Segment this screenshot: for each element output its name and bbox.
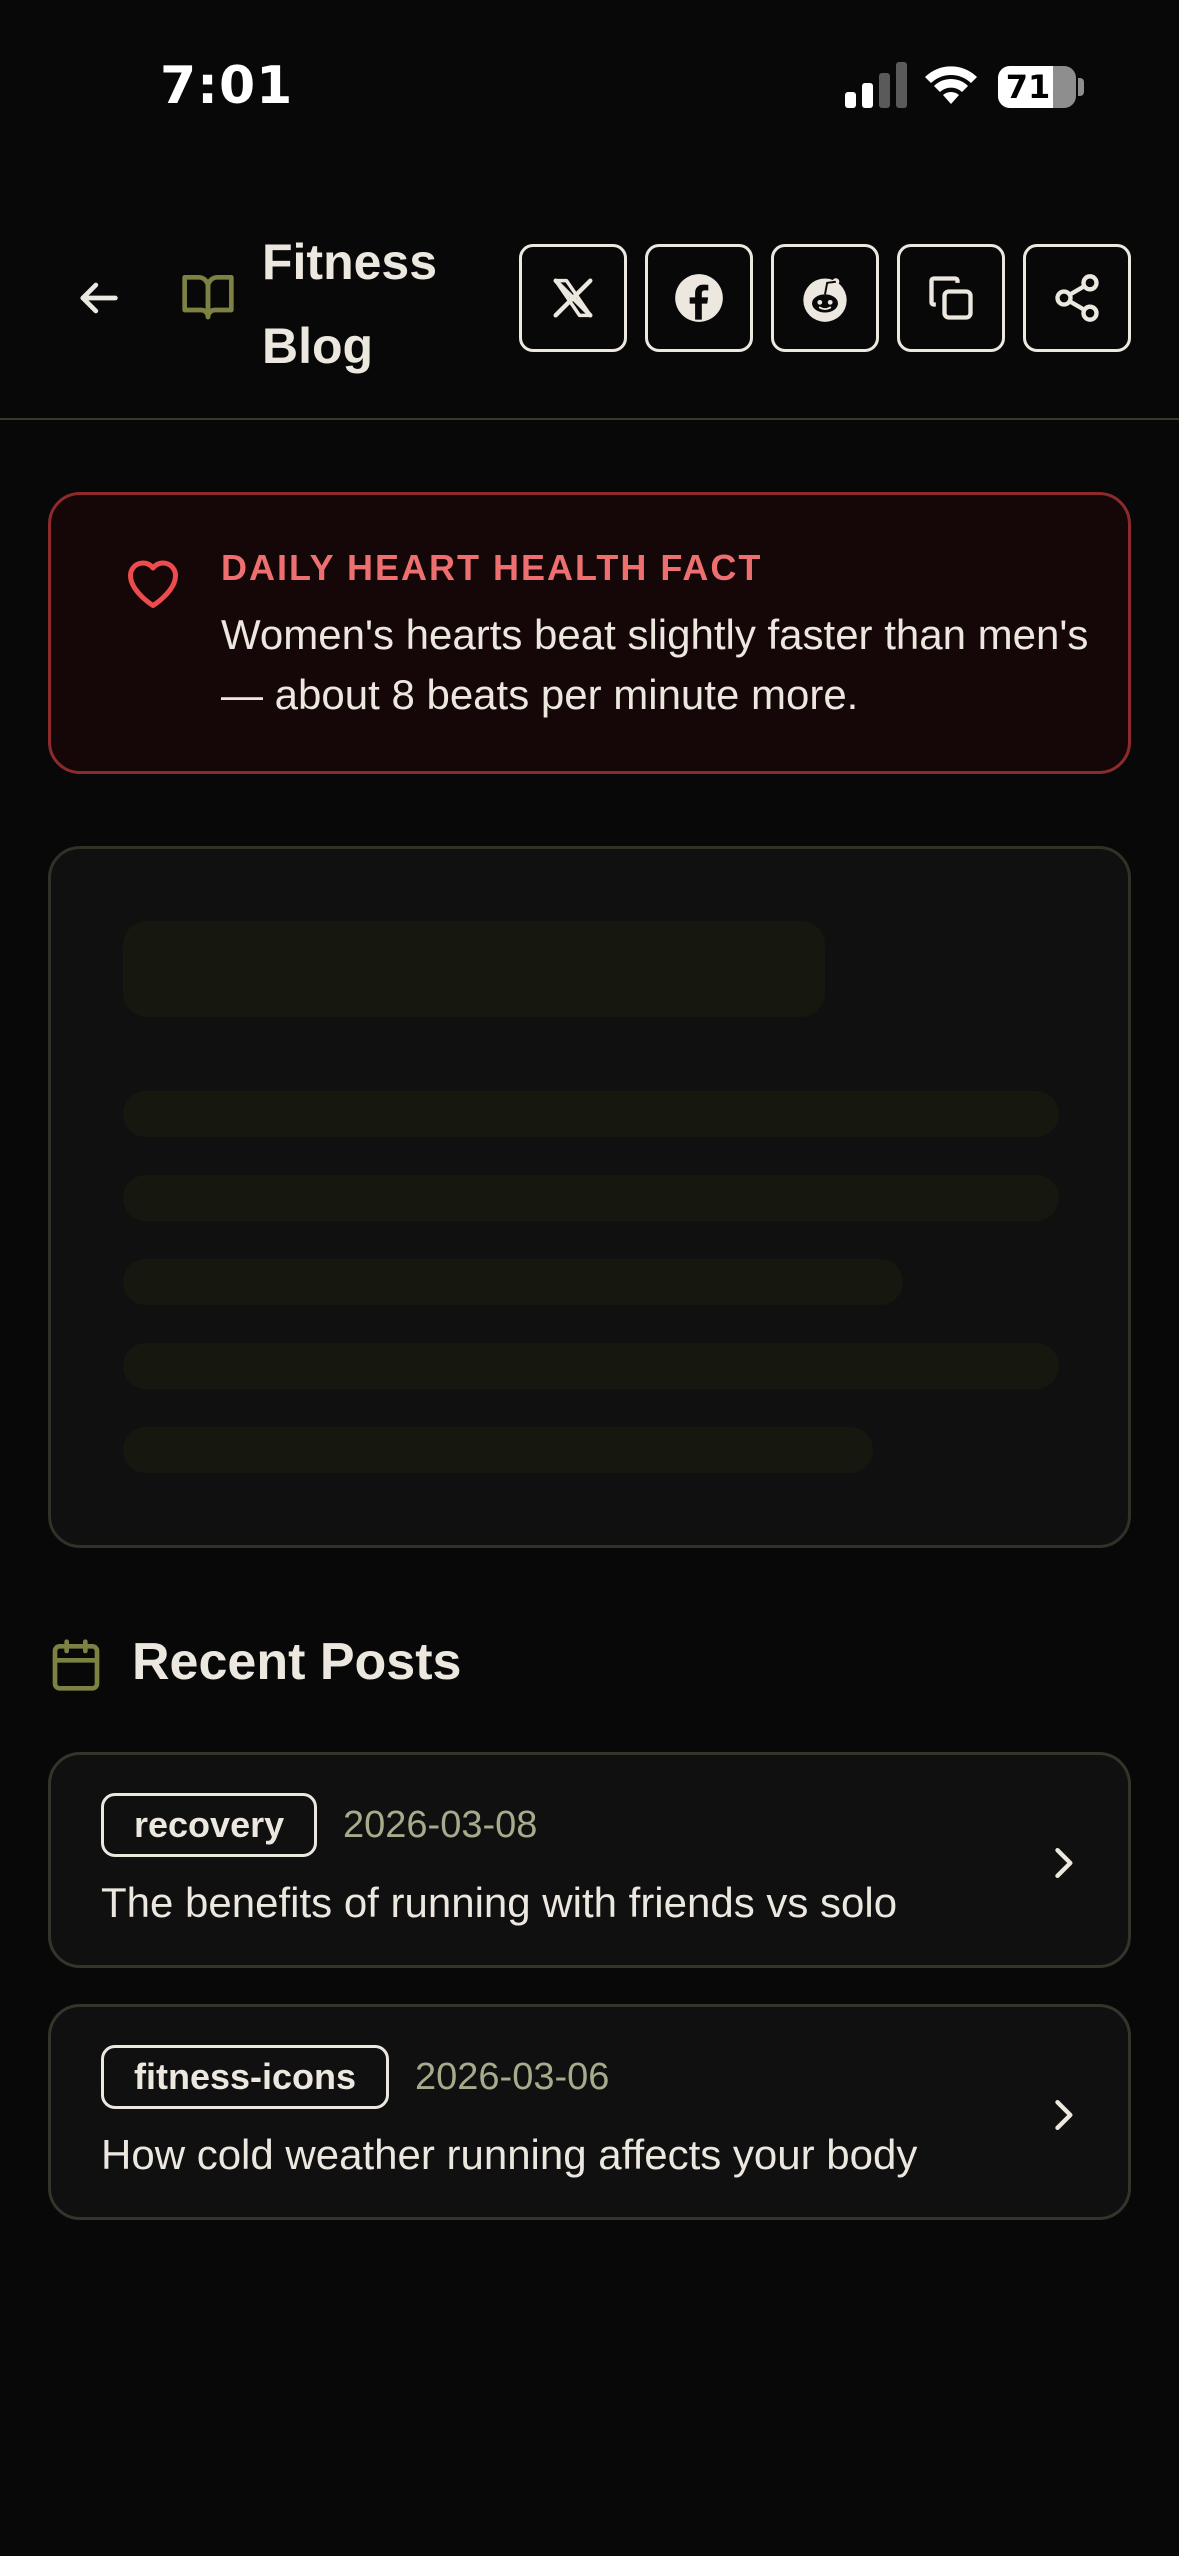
blog-header: Fitness Blog <box>0 200 1179 420</box>
post-card[interactable]: recovery 2026-03-08 The benefits of runn… <box>48 1752 1131 1968</box>
page: 7:01 71 Fitness Blog DAILY HEART HEALTH … <box>0 0 1179 2556</box>
post-tag[interactable]: fitness-icons <box>101 2045 390 2109</box>
skeleton-line <box>123 1259 903 1305</box>
status-time: 7:01 <box>160 56 294 116</box>
chevron-right-icon <box>1055 1847 1073 1879</box>
fact-text: Women's hearts beat slightly faster than… <box>221 611 1089 718</box>
post-title[interactable]: How cold weather running affects your bo… <box>101 2125 917 2185</box>
skeleton-line <box>123 1175 1059 1221</box>
skeleton-line <box>123 1343 1059 1389</box>
facebook-icon <box>675 274 723 322</box>
post-tag[interactable]: recovery <box>101 1793 318 1857</box>
status-bar: 7:01 71 <box>0 0 1179 170</box>
share-x-button[interactable] <box>519 244 627 352</box>
share-facebook-button[interactable] <box>645 244 753 352</box>
battery-icon: 71 <box>998 66 1076 108</box>
recent-posts-title: Recent Posts <box>132 1633 462 1691</box>
share-reddit-button[interactable] <box>771 244 879 352</box>
content-skeleton-card <box>48 846 1131 1548</box>
battery-level: 71 <box>1005 68 1051 106</box>
post-date: 2026-03-08 <box>343 1804 538 1846</box>
post-date: 2026-03-06 <box>415 2056 610 2098</box>
back-arrow-icon[interactable] <box>72 272 124 324</box>
copy-link-button[interactable] <box>897 244 1005 352</box>
reddit-icon <box>803 278 847 322</box>
post-title[interactable]: The benefits of running with friends vs … <box>101 1873 897 1933</box>
skeleton-line <box>123 1427 873 1473</box>
post-card[interactable]: fitness-icons 2026-03-06 How cold weathe… <box>48 2004 1131 2220</box>
book-open-icon <box>182 275 234 320</box>
blog-title-line1: Fitness <box>262 234 438 290</box>
fact-label: DAILY HEART HEALTH FACT <box>221 547 763 588</box>
copy-icon <box>929 276 973 320</box>
heart-icon <box>128 560 178 608</box>
x-icon <box>553 278 593 318</box>
skeleton-line <box>123 1091 1059 1137</box>
blog-title: Fitness Blog <box>262 220 492 388</box>
daily-fact-card: DAILY HEART HEALTH FACT Women's hearts b… <box>48 492 1131 774</box>
skeleton-heading <box>123 921 825 1017</box>
calendar-icon <box>52 1639 100 1691</box>
cellular-signal-icon <box>845 62 907 108</box>
chevron-right-icon <box>1055 2099 1073 2131</box>
share-icon <box>1055 274 1099 322</box>
wifi-icon <box>925 66 977 104</box>
battery-tip <box>1078 78 1084 96</box>
blog-title-line2: Blog <box>262 318 374 374</box>
share-button[interactable] <box>1023 244 1131 352</box>
